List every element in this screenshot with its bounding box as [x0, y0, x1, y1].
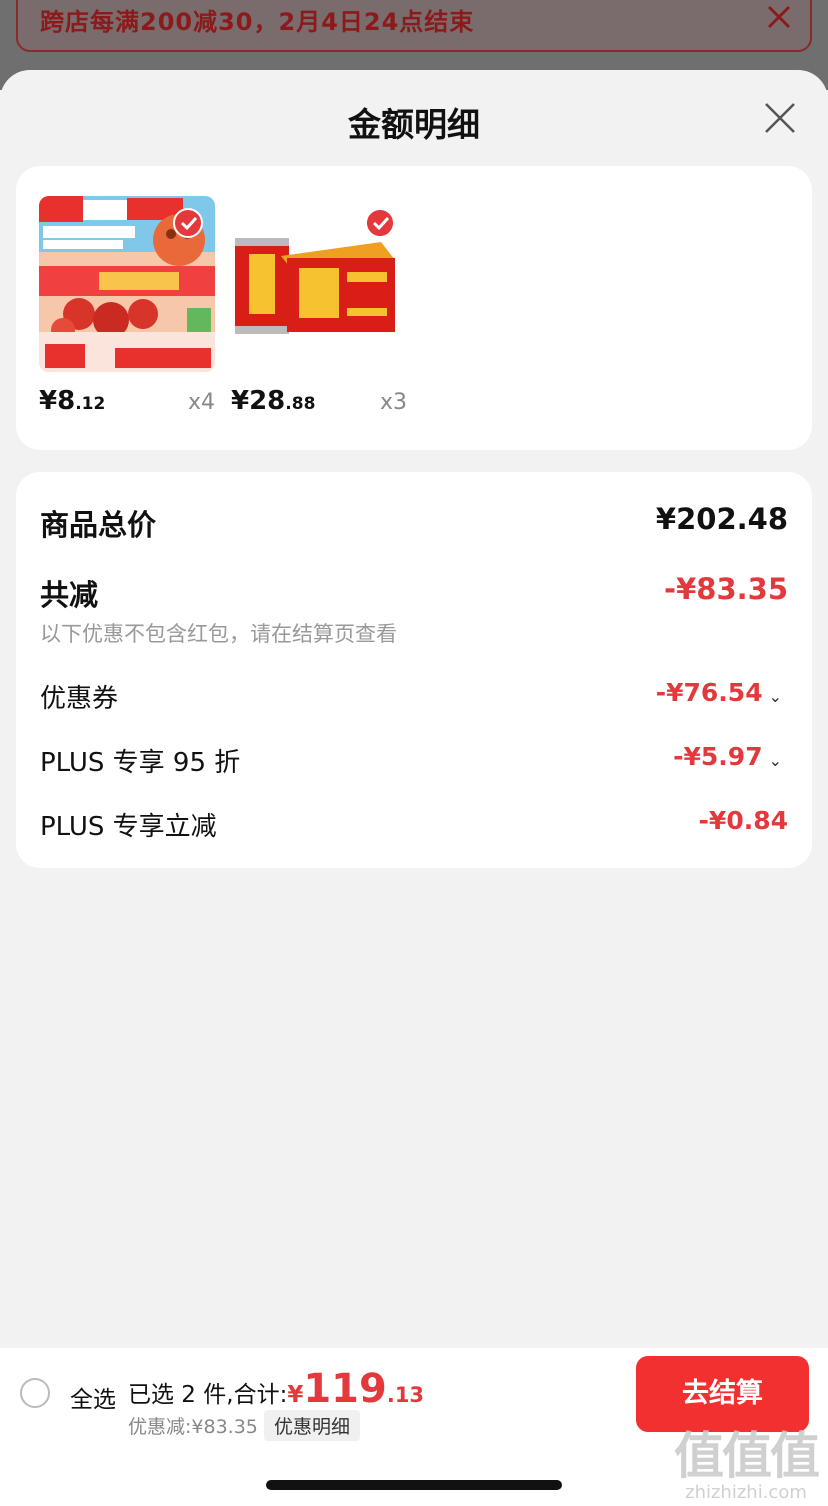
total-summary: 已选 2 件,合计:¥119.13	[128, 1366, 424, 1412]
checkout-button[interactable]: 去结算	[636, 1356, 809, 1432]
total-reduce-label: 共减	[40, 578, 99, 612]
product-price: ¥28.88	[231, 386, 316, 416]
discount-label: PLUS 专享 95 折	[40, 748, 241, 778]
discount-value: -¥76.54	[655, 678, 763, 707]
discount-value: -¥5.97	[673, 742, 763, 771]
total-amount-dec: .13	[386, 1383, 425, 1407]
home-indicator[interactable]	[266, 1480, 562, 1490]
discount-total: 优惠减:¥83.35	[128, 1416, 258, 1438]
select-all-radio[interactable]	[20, 1378, 50, 1408]
total-reduce-value: -¥83.35	[664, 572, 788, 606]
discount-label: PLUS 专享立减	[40, 812, 217, 842]
watermark-url: zhizhizhi.com	[685, 1482, 807, 1503]
chevron-down-icon[interactable]: ⌄	[769, 687, 782, 706]
select-all-label[interactable]: 全选	[70, 1380, 116, 1414]
product-list: ¥8.12 x4 ¥28.88 x3	[16, 166, 812, 450]
discount-value-wrap[interactable]: -¥76.54 ⌄	[656, 678, 782, 707]
product-quantity: x3	[379, 390, 407, 415]
amount-detail-sheet: 金额明细 ¥8.12 x4 ¥28.88 x3 商品总价 ¥202.48 共减 …	[0, 70, 828, 1506]
discount-detail-button[interactable]: 优惠明细	[264, 1410, 361, 1441]
watermark-logo: 值值值	[674, 1427, 820, 1485]
chevron-down-icon[interactable]: ⌄	[769, 751, 782, 770]
checked-icon[interactable]	[365, 208, 395, 238]
promo-banner: 跨店每满200减30，2月4日24点结束	[16, 0, 812, 52]
close-icon[interactable]	[764, 102, 796, 134]
sheet-title: 金额明细	[348, 105, 480, 144]
product-item[interactable]: ¥28.88 x3	[231, 196, 407, 416]
total-amount-int: 119	[303, 1366, 387, 1412]
currency-symbol: ¥	[287, 1382, 304, 1408]
herbal-tea-can-icon[interactable]	[231, 196, 407, 372]
discount-value: -¥0.84	[698, 806, 788, 835]
product-price: ¥8.12	[39, 386, 106, 416]
discount-note: 以下优惠不包含红包，请在结算页查看	[40, 622, 397, 646]
total-price-value: ¥202.48	[655, 502, 788, 536]
price-summary: 商品总价 ¥202.48 共减 -¥83.35 以下优惠不包含红包，请在结算页查…	[16, 472, 812, 868]
watermark: 值值值 zhizhizhi.com	[674, 1427, 820, 1503]
discount-value-wrap[interactable]: -¥5.97 ⌄	[673, 742, 782, 771]
selected-count-text: 已选 2 件,合计:	[128, 1382, 288, 1408]
close-icon[interactable]	[766, 4, 792, 30]
hawthorn-snack-icon[interactable]	[39, 196, 215, 372]
promo-text: 跨店每满200减30，2月4日24点结束	[40, 8, 475, 36]
product-quantity: x4	[187, 390, 215, 415]
discount-label: 优惠券	[40, 684, 119, 714]
checked-icon[interactable]	[173, 208, 203, 238]
product-item[interactable]: ¥8.12 x4	[39, 196, 215, 416]
total-price-label: 商品总价	[40, 508, 157, 542]
